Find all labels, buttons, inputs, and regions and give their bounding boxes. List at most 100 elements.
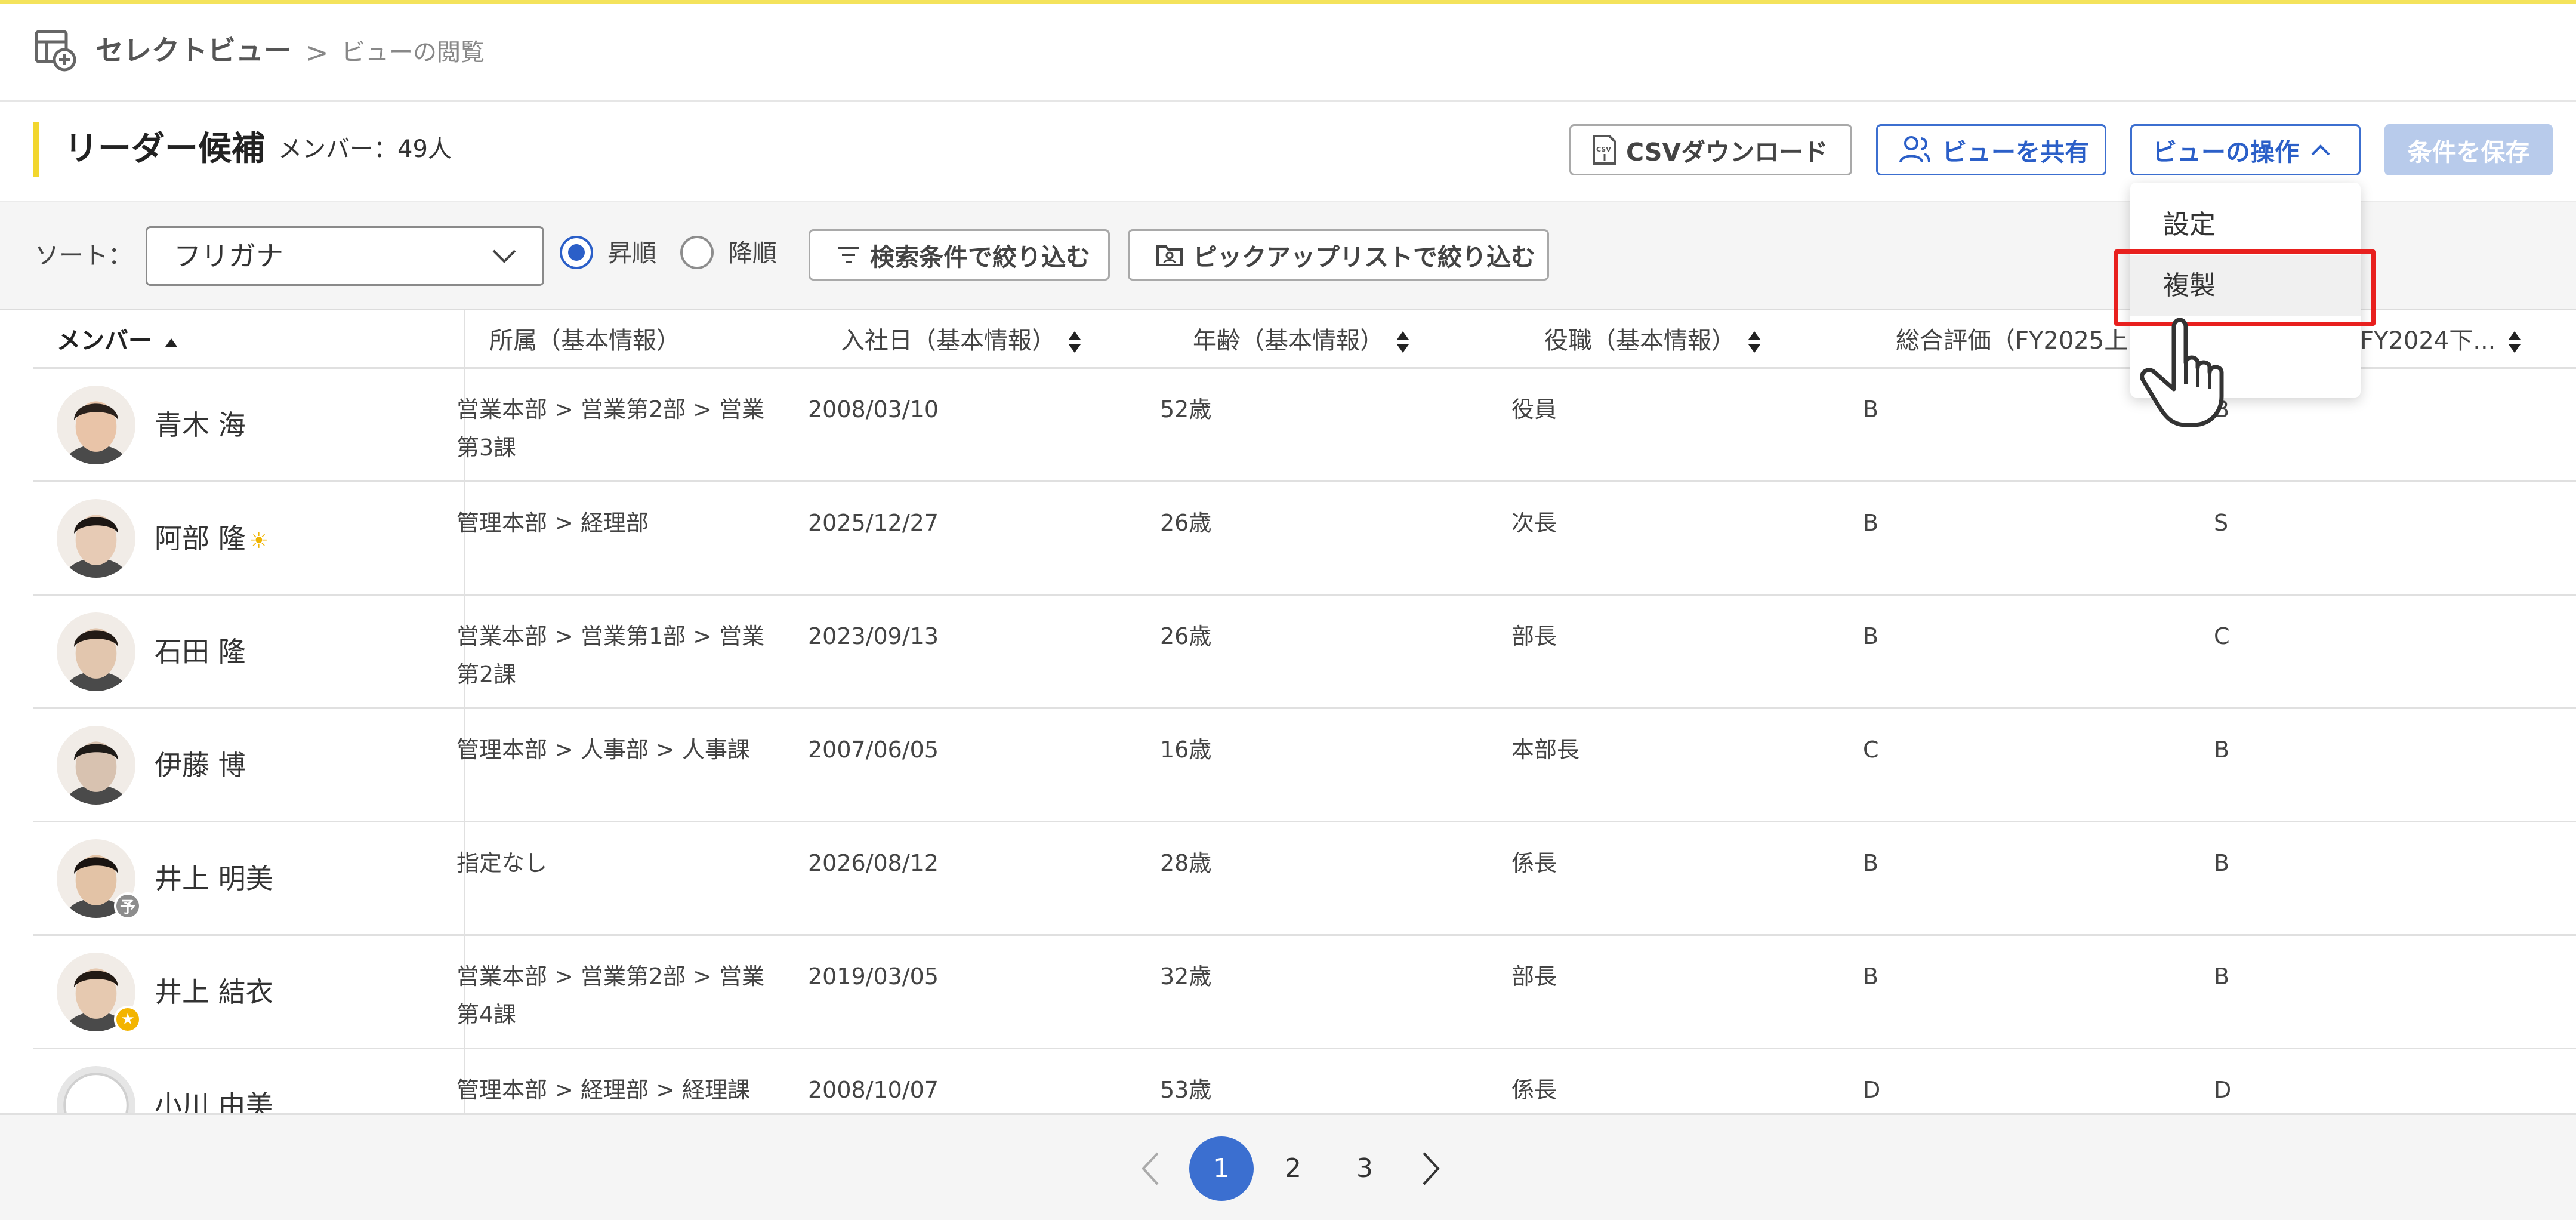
menu-item-settings[interactable]: 設定 bbox=[2130, 195, 2361, 255]
member-name-text: 井上 明美 bbox=[155, 862, 273, 895]
member-name[interactable]: 青木 海 bbox=[155, 407, 246, 443]
table-row[interactable]: 石田 隆 営業本部 > 営業第1部 > 営業第2課 2023/09/13 26歳 部長 B… bbox=[33, 596, 2576, 709]
breadcrumb-separator: > bbox=[306, 36, 329, 69]
cell-eval2: S bbox=[2214, 510, 2229, 536]
column-header-age[interactable]: 年齢（基本情報） bbox=[1193, 325, 1410, 357]
descending-radio[interactable] bbox=[680, 236, 714, 269]
member-name-text: 小川 由美 bbox=[155, 1089, 273, 1113]
filter-by-search-button[interactable]: 検索条件で絞り込む bbox=[809, 229, 1110, 281]
member-name[interactable]: 井上 明美 bbox=[155, 861, 273, 896]
column-header-member[interactable]: メンバー bbox=[57, 325, 178, 357]
previous-page-icon[interactable] bbox=[1140, 1151, 1161, 1187]
save-conditions-label: 条件を保存 bbox=[2407, 138, 2530, 167]
cell-age: 53歳 bbox=[1160, 1077, 1212, 1103]
app-title[interactable]: セレクトビュー bbox=[95, 35, 292, 68]
avatar bbox=[57, 1066, 135, 1113]
sun-icon: ☀ bbox=[249, 529, 269, 553]
next-page-icon[interactable] bbox=[1420, 1151, 1442, 1187]
page-title: リーダー候補 bbox=[64, 130, 265, 168]
cell-dept: 営業本部 > 営業第2部 > 営業第3課 bbox=[456, 396, 765, 461]
column-header-label: 役職（基本情報） bbox=[1544, 327, 1735, 355]
breadcrumb-current: ビューの閲覧 bbox=[341, 39, 485, 66]
csv-download-button[interactable]: CSV CSVダウンロード bbox=[1569, 124, 1852, 175]
member-name[interactable]: 阿部 隆 ☀ bbox=[155, 520, 269, 559]
member-name[interactable]: 伊藤 博 bbox=[155, 747, 246, 783]
table-row[interactable]: 伊藤 博 管理本部 > 人事部 > 人事課 2007/06/05 16歳 本部長 C B bbox=[33, 709, 2576, 822]
cell-position: 本部長 bbox=[1511, 737, 1580, 763]
ascending-label: 昇順 bbox=[607, 239, 656, 267]
table-row[interactable]: 予井上 明美 指定なし 2026/08/12 28歳 係長 B B bbox=[33, 822, 2576, 936]
column-header-eval-fy2025[interactable]: 総合評価（FY2025上 bbox=[1896, 325, 2128, 357]
cell-eval1: C bbox=[1863, 737, 1879, 763]
member-name[interactable]: 石田 隆 bbox=[155, 634, 246, 670]
column-header-join-date[interactable]: 入社日（基本情報） bbox=[841, 325, 1082, 357]
app-root: セレクトビュー > ビューの閲覧 リーダー候補 メンバー：49人 CSV CSV… bbox=[0, 0, 2576, 1220]
table-row[interactable]: ★ 井上 結衣 営業本部 > 営業第2部 > 営業第4課 2019/03/05 32歳 部… bbox=[33, 936, 2576, 1049]
sort-label: ソート： bbox=[35, 241, 132, 270]
table-row[interactable]: 阿部 隆 ☀ 管理本部 > 経理部 2025/12/27 26歳 次長 B S bbox=[33, 482, 2576, 596]
cell-joined: 2008/10/07 bbox=[808, 1077, 939, 1103]
cell-joined: 2026/08/12 bbox=[808, 850, 939, 876]
column-header-position[interactable]: 役職（基本情報） bbox=[1544, 325, 1761, 357]
view-operations-button[interactable]: ビューの操作 bbox=[2130, 124, 2361, 175]
title-accent-bar bbox=[33, 122, 39, 177]
cell-age: 52歳 bbox=[1160, 396, 1212, 423]
cell-eval2: C bbox=[2214, 623, 2230, 649]
cell-dept: 営業本部 > 営業第1部 > 営業第2課 bbox=[456, 623, 765, 688]
folder-person-icon bbox=[1156, 245, 1183, 266]
sort-both-icon bbox=[1748, 331, 1760, 353]
table-add-icon bbox=[35, 30, 76, 72]
cell-dept: 管理本部 > 経理部 > 経理課 bbox=[456, 1077, 750, 1103]
column-header-label: 総合評価（FY2025上 bbox=[1896, 327, 2128, 355]
cell-position: 役員 bbox=[1511, 396, 1557, 423]
member-count: メンバー：49人 bbox=[278, 135, 452, 163]
cell-eval2: B bbox=[2214, 737, 2230, 763]
cell-joined: 2019/03/05 bbox=[808, 963, 939, 990]
csv-download-label: CSVダウンロード bbox=[1626, 138, 1828, 167]
ascending-radio[interactable] bbox=[560, 236, 593, 269]
column-header-eval-fy2024[interactable]: （FY2024下... bbox=[2336, 325, 2522, 357]
column-header-label: 入社日（基本情報） bbox=[841, 327, 1056, 355]
avatar bbox=[57, 386, 135, 464]
cell-joined: 2023/09/13 bbox=[808, 623, 939, 649]
page-2[interactable]: 2 bbox=[1261, 1136, 1325, 1201]
cell-joined: 2008/03/10 bbox=[808, 396, 939, 423]
share-view-button[interactable]: ビューを共有 bbox=[1876, 124, 2106, 175]
member-name[interactable]: 井上 結衣 bbox=[155, 974, 273, 1010]
csv-file-icon: CSV bbox=[1593, 135, 1616, 165]
cell-position: 係長 bbox=[1511, 1077, 1557, 1103]
descending-label: 降順 bbox=[728, 239, 777, 267]
column-header-label: メンバー bbox=[57, 327, 152, 355]
view-operations-label: ビューの操作 bbox=[2152, 138, 2299, 167]
cell-eval2: B bbox=[2214, 850, 2230, 876]
cell-dept: 営業本部 > 営業第2部 > 営業第4課 bbox=[456, 963, 765, 1028]
member-name-text: 伊藤 博 bbox=[155, 749, 246, 781]
star-badge-icon: ★ bbox=[114, 1006, 141, 1033]
cell-eval1: B bbox=[1863, 396, 1879, 423]
page-1[interactable]: 1 bbox=[1189, 1136, 1254, 1201]
sort-asc-icon bbox=[165, 338, 177, 347]
reserve-badge: 予 bbox=[114, 892, 141, 920]
page-3[interactable]: 3 bbox=[1332, 1136, 1397, 1201]
cell-age: 32歳 bbox=[1160, 963, 1212, 990]
cell-age: 16歳 bbox=[1160, 737, 1212, 763]
sort-field-value: フリガナ bbox=[174, 240, 283, 272]
cell-dept: 管理本部 > 人事部 > 人事課 bbox=[456, 737, 750, 763]
chevron-down-icon bbox=[492, 249, 516, 263]
cell-age: 26歳 bbox=[1160, 623, 1212, 649]
cell-eval1: B bbox=[1863, 510, 1879, 536]
sort-both-icon bbox=[1069, 331, 1081, 353]
cell-age: 28歳 bbox=[1160, 850, 1212, 876]
filter-icon bbox=[838, 247, 859, 263]
hand-pointer-icon bbox=[2140, 318, 2224, 427]
member-name-text: 石田 隆 bbox=[155, 636, 246, 668]
table-row[interactable]: 小川 由美 管理本部 > 経理部 > 経理課 2008/10/07 53歳 係長 D D bbox=[33, 1049, 2576, 1113]
filter-by-picklist-button[interactable]: ピックアップリストで絞り込む bbox=[1128, 229, 1549, 281]
filter-by-picklist-label: ピックアップリストで絞り込む bbox=[1193, 243, 1535, 272]
column-header-department[interactable]: 所属（基本情報） bbox=[489, 325, 680, 357]
svg-text:CSV: CSV bbox=[1596, 146, 1611, 153]
sort-field-select[interactable]: フリガナ bbox=[146, 226, 544, 286]
member-name[interactable]: 小川 由美 bbox=[155, 1087, 273, 1113]
save-conditions-button[interactable]: 条件を保存 bbox=[2384, 124, 2553, 175]
chevron-up-icon bbox=[2311, 144, 2330, 156]
